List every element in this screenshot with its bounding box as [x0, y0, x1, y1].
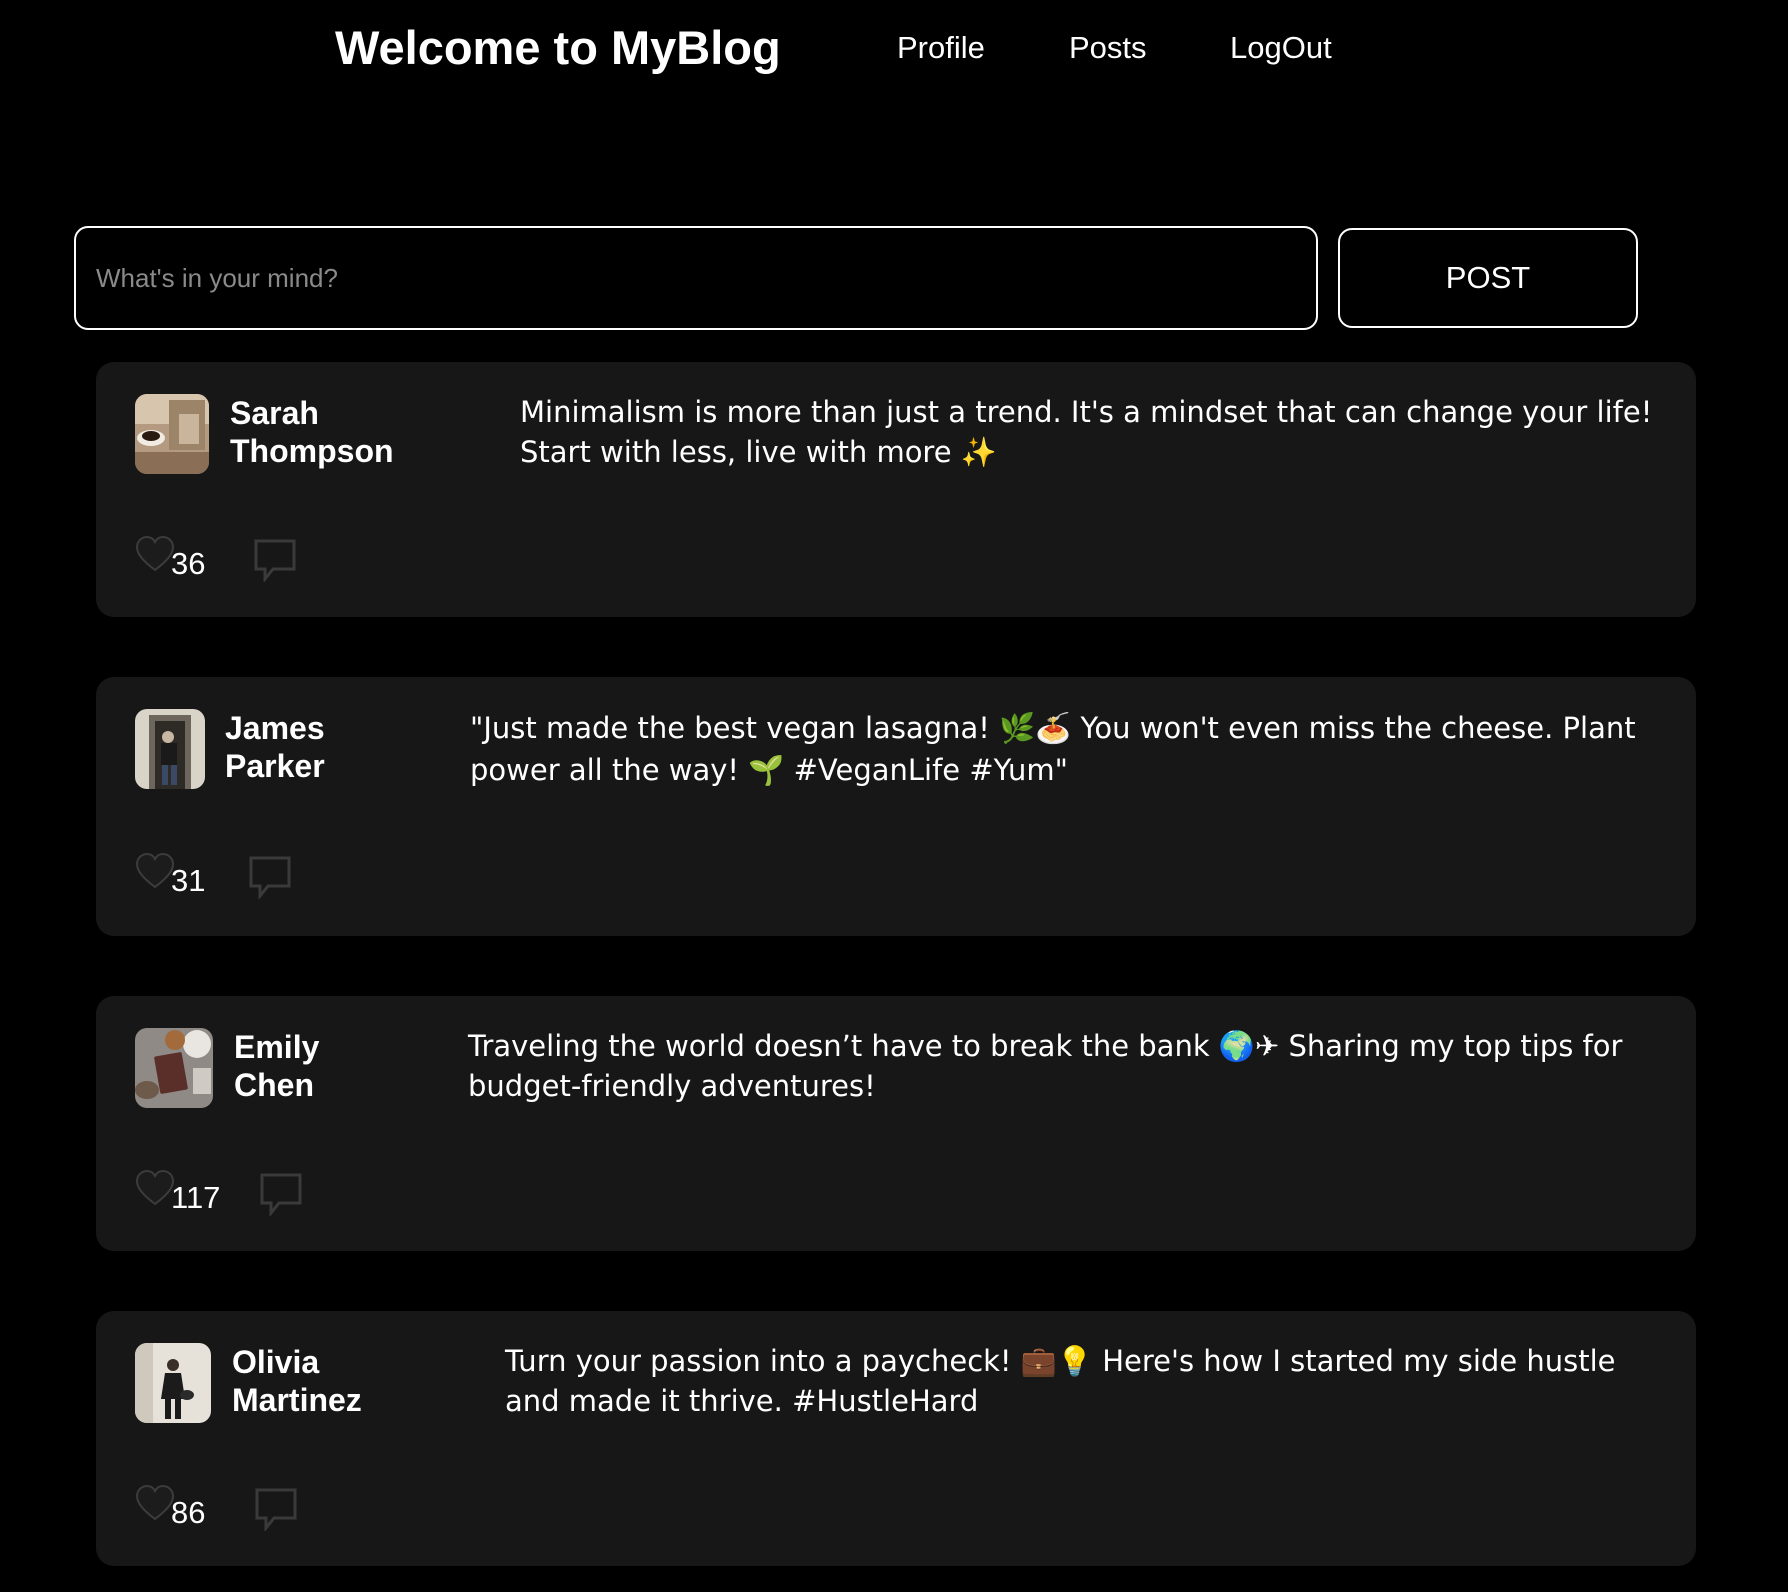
nav-posts-link[interactable]: Posts — [1069, 18, 1147, 78]
avatar-coffee-book-photo — [135, 394, 209, 474]
author-avatar[interactable] — [135, 1028, 213, 1108]
post-card: James Parker "Just made the best vegan l… — [96, 677, 1696, 936]
comment-button[interactable] — [259, 1172, 303, 1216]
like-count: 86 — [171, 1495, 206, 1530]
comment-bubble-icon — [260, 1173, 302, 1216]
heart-icon — [135, 853, 175, 889]
avatar-passport-flatlay-photo — [135, 1028, 213, 1108]
post-text: "Just made the best vegan lasagna! 🌿🍝 Yo… — [470, 711, 1636, 787]
heart-icon — [135, 1485, 175, 1521]
author-avatar[interactable] — [135, 709, 205, 789]
author-avatar[interactable] — [135, 1343, 211, 1423]
nav-profile-link[interactable]: Profile — [897, 18, 985, 78]
post-text: Turn your passion into a paycheck! 💼💡 He… — [505, 1344, 1616, 1418]
heart-icon — [135, 536, 175, 572]
post-card: Olivia Martinez Turn your passion into a… — [96, 1311, 1696, 1566]
author-avatar[interactable] — [135, 394, 209, 474]
like-button[interactable]: 31 — [135, 851, 205, 899]
like-button[interactable]: 86 — [135, 1483, 205, 1531]
author-name: Emily Chen — [234, 1029, 320, 1103]
comment-bubble-icon — [249, 856, 291, 899]
top-nav: Profile Posts LogOut — [0, 18, 1788, 78]
post-text: Minimalism is more than just a trend. It… — [520, 395, 1653, 469]
avatar-person-doorway-photo — [135, 709, 205, 789]
like-count: 36 — [171, 546, 206, 581]
author-name: Olivia Martinez — [232, 1344, 362, 1418]
nav-logout-link[interactable]: LogOut — [1230, 18, 1332, 78]
post-card: Emily Chen Traveling the world doesn’t h… — [96, 996, 1696, 1251]
comment-button[interactable] — [254, 1487, 298, 1531]
heart-icon — [135, 1170, 175, 1206]
like-count: 117 — [171, 1180, 221, 1215]
comment-bubble-icon — [254, 539, 296, 582]
author-name: Sarah Thompson — [230, 395, 394, 469]
post-card: Sarah Thompson Minimalism is more than j… — [96, 362, 1696, 617]
like-count: 31 — [171, 863, 206, 898]
avatar-person-walking-photo — [135, 1343, 211, 1423]
post-button[interactable]: POST — [1338, 228, 1638, 328]
comment-button[interactable] — [248, 855, 292, 899]
author-name: James Parker — [225, 710, 325, 784]
post-composer-input[interactable] — [74, 226, 1318, 330]
like-button[interactable]: 117 — [135, 1168, 220, 1216]
like-button[interactable]: 36 — [135, 534, 205, 582]
comment-bubble-icon — [255, 1488, 297, 1531]
post-text: Traveling the world doesn’t have to brea… — [468, 1029, 1623, 1103]
comment-button[interactable] — [253, 538, 297, 582]
